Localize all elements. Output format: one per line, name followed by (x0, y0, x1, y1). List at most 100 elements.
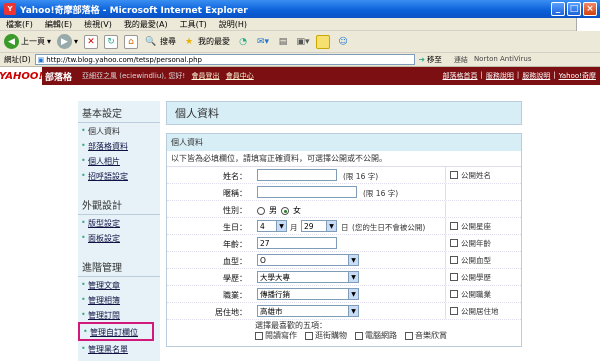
windows-logo-icon (576, 18, 600, 31)
sidebar-item-blog-info[interactable]: 部落格資料 (78, 138, 160, 153)
menu-bar: 檔案(F) 編輯(E) 檢視(V) 我的最愛(A) 工具(T) 說明(H) (0, 18, 600, 31)
label-nickname: 暱稱： (223, 189, 247, 198)
birth-month-select[interactable]: 4 ▼ (257, 220, 287, 232)
public-education-checkbox[interactable]: 公開學歷 (445, 269, 491, 285)
yahoo-logo[interactable]: YAHOO! (0, 67, 43, 85)
row-preferences: 選擇最喜歡的五項： 閱讀寫作 逛街購物 電腦網路 音樂欣賞 (167, 320, 521, 346)
close-button[interactable]: × (583, 2, 597, 16)
pref-computer-checkbox[interactable]: 電腦網路 (355, 330, 397, 341)
gender-radio-group: 男 女 (257, 205, 301, 216)
header-link-2[interactable]: 服務說明 (486, 71, 514, 81)
favorites-button[interactable]: ★ 我的最愛 (182, 35, 230, 49)
sidebar-item-template[interactable]: 版型設定 (78, 215, 160, 230)
pref-music-checkbox[interactable]: 音樂欣賞 (405, 330, 447, 341)
row-birthday: 生日： 4 ▼ 月 29 ▼ 日 (您的生日不會被公開) 公開星座 (167, 218, 521, 235)
chevron-down-icon: ▼ (276, 221, 286, 231)
birth-day-select[interactable]: 29 ▼ (301, 220, 337, 232)
label-residence: 居住地： (215, 308, 247, 317)
print-icon[interactable]: ▤ (276, 35, 290, 49)
pref-reading-checkbox[interactable]: 閱讀寫作 (255, 330, 297, 341)
messenger-icon[interactable]: ☺ (336, 35, 350, 49)
section-description: 以下皆為必填欄位，請填寫正確資料，可選擇公開或不公開。 (167, 151, 521, 167)
name-input[interactable] (257, 169, 337, 181)
member-center-link[interactable]: 會員中心 (226, 72, 254, 80)
sidebar-item-profile[interactable]: 個人資料 (78, 123, 160, 138)
month-unit: 月 (290, 223, 298, 232)
public-zodiac-checkbox[interactable]: 公開星座 (445, 218, 491, 234)
nickname-input[interactable] (257, 186, 357, 198)
go-button[interactable]: ➔ 移至 (419, 54, 442, 65)
links-label[interactable]: 連結 (454, 55, 468, 65)
gender-pub-cell (445, 201, 450, 217)
public-blood-checkbox[interactable]: 公開血型 (445, 252, 491, 268)
blood-type-select[interactable]: O ▼ (257, 254, 359, 266)
history-icon[interactable]: ◔ (236, 35, 250, 49)
age-input[interactable]: 27 (257, 237, 337, 249)
menu-file[interactable]: 檔案(F) (6, 19, 33, 30)
sidebar-item-panel[interactable]: 面板設定 (78, 230, 160, 245)
public-age-checkbox[interactable]: 公開年齡 (445, 235, 491, 251)
search-icon: 🔍 (145, 36, 157, 47)
user-greeting: 亞細亞之風 (eciewindliu), 您好! 會員登出 會員中心 (82, 72, 254, 80)
sidebar-item-albums[interactable]: 管理相簿 (78, 292, 160, 307)
row-occupation: 職業： 傳播行銷 ▼ 公開職業 (167, 286, 521, 303)
label-blood: 血型： (223, 257, 247, 266)
occupation-select[interactable]: 傳播行銷 ▼ (257, 288, 359, 300)
page-title: 個人資料 (166, 101, 522, 125)
refresh-icon[interactable]: ↻ (104, 34, 119, 49)
menu-edit[interactable]: 編輯(E) (45, 19, 72, 30)
menu-help[interactable]: 說明(H) (219, 19, 247, 30)
residence-select[interactable]: 高雄市 ▼ (257, 305, 359, 317)
star-icon: ★ (184, 36, 194, 47)
back-button[interactable]: ◀ 上一頁 ▾ (4, 34, 51, 49)
logout-link[interactable]: 會員登出 (191, 72, 219, 80)
minimize-button[interactable]: _ (551, 2, 565, 16)
public-occupation-checkbox[interactable]: 公開職業 (445, 286, 491, 302)
sidebar-item-photo[interactable]: 個人相片 (78, 153, 160, 168)
menu-tools[interactable]: 工具(T) (180, 19, 207, 30)
public-residence-checkbox[interactable]: 公開居住地 (445, 303, 499, 319)
go-arrow-icon: ➔ (418, 55, 425, 64)
main-panel: 個人資料 個人資料 以下皆為必填欄位，請填寫正確資料，可選擇公開或不公開。 姓名… (166, 101, 522, 361)
page-icon: ▣ (37, 55, 45, 64)
address-input[interactable]: ▣ http://tw.blog.yahoo.com/tetsp/personal… (34, 54, 415, 65)
header-link-3[interactable]: 服務說明 (522, 71, 550, 81)
forward-button[interactable]: ▶ ▾ (57, 34, 78, 49)
menu-favorites[interactable]: 我的最愛(A) (124, 19, 168, 30)
public-name-checkbox[interactable]: 公開姓名 (445, 167, 491, 183)
menu-view[interactable]: 檢視(V) (84, 19, 112, 30)
edit-icon[interactable]: ▣▾ (296, 35, 310, 49)
maximize-button[interactable]: □ (567, 2, 581, 16)
forward-arrow-icon: ▶ (57, 34, 73, 49)
blog-brand[interactable]: 部落格 (45, 70, 72, 83)
norton-label[interactable]: Norton AntiVirus (474, 55, 532, 65)
sidebar-item-subscriptions[interactable]: 管理訂閱 (78, 307, 160, 322)
row-name: 姓名： (限 16 字) 公開姓名 (167, 167, 521, 184)
stop-icon[interactable]: ✕ (84, 34, 99, 49)
education-select[interactable]: 大學大專 ▼ (257, 271, 359, 283)
window-title: Yahoo!奇摩部落格 - Microsoft Internet Explore… (20, 5, 248, 16)
search-button[interactable]: 🔍 搜尋 (144, 35, 176, 49)
sidebar-item-greeting[interactable]: 招呼語設定 (78, 168, 160, 183)
toolbar: ◀ 上一頁 ▾ ▶ ▾ ✕ ↻ ⌂ 🔍 搜尋 ★ 我的最愛 ◔ ✉▾ ▤ ▣▾ ☺ (0, 31, 600, 53)
header-link-1[interactable]: 部落格首頁 (443, 71, 478, 81)
label-occupation: 職業： (223, 291, 247, 300)
gender-male-radio[interactable] (257, 206, 265, 215)
label-name: 姓名： (223, 172, 247, 181)
sidebar-item-custom-fields[interactable]: 管理自訂欄位 (78, 322, 154, 341)
preferences-options: 閱讀寫作 逛街購物 電腦網路 音樂欣賞 (255, 330, 447, 341)
chevron-down-icon: ▼ (326, 221, 336, 231)
header-link-4[interactable]: Yahoo!奇摩 (559, 71, 596, 81)
mail-icon[interactable]: ✉▾ (256, 35, 270, 49)
gender-female-radio[interactable] (281, 206, 289, 215)
sidebar-item-articles[interactable]: 管理文章 (78, 277, 160, 292)
row-age: 年齡： 27 公開年齡 (167, 235, 521, 252)
home-icon[interactable]: ⌂ (124, 34, 139, 49)
nickname-pub-cell (445, 184, 450, 200)
window-titlebar: Y Yahoo!奇摩部落格 - Microsoft Internet Explo… (0, 0, 600, 18)
note-icon[interactable] (316, 34, 331, 49)
sidebar-item-blacklist[interactable]: 管理黑名單 (78, 341, 160, 356)
sidebar-heading-design: 外觀設計 (78, 193, 160, 215)
chevron-down-icon: ▼ (348, 289, 358, 299)
pref-shopping-checkbox[interactable]: 逛街購物 (305, 330, 347, 341)
